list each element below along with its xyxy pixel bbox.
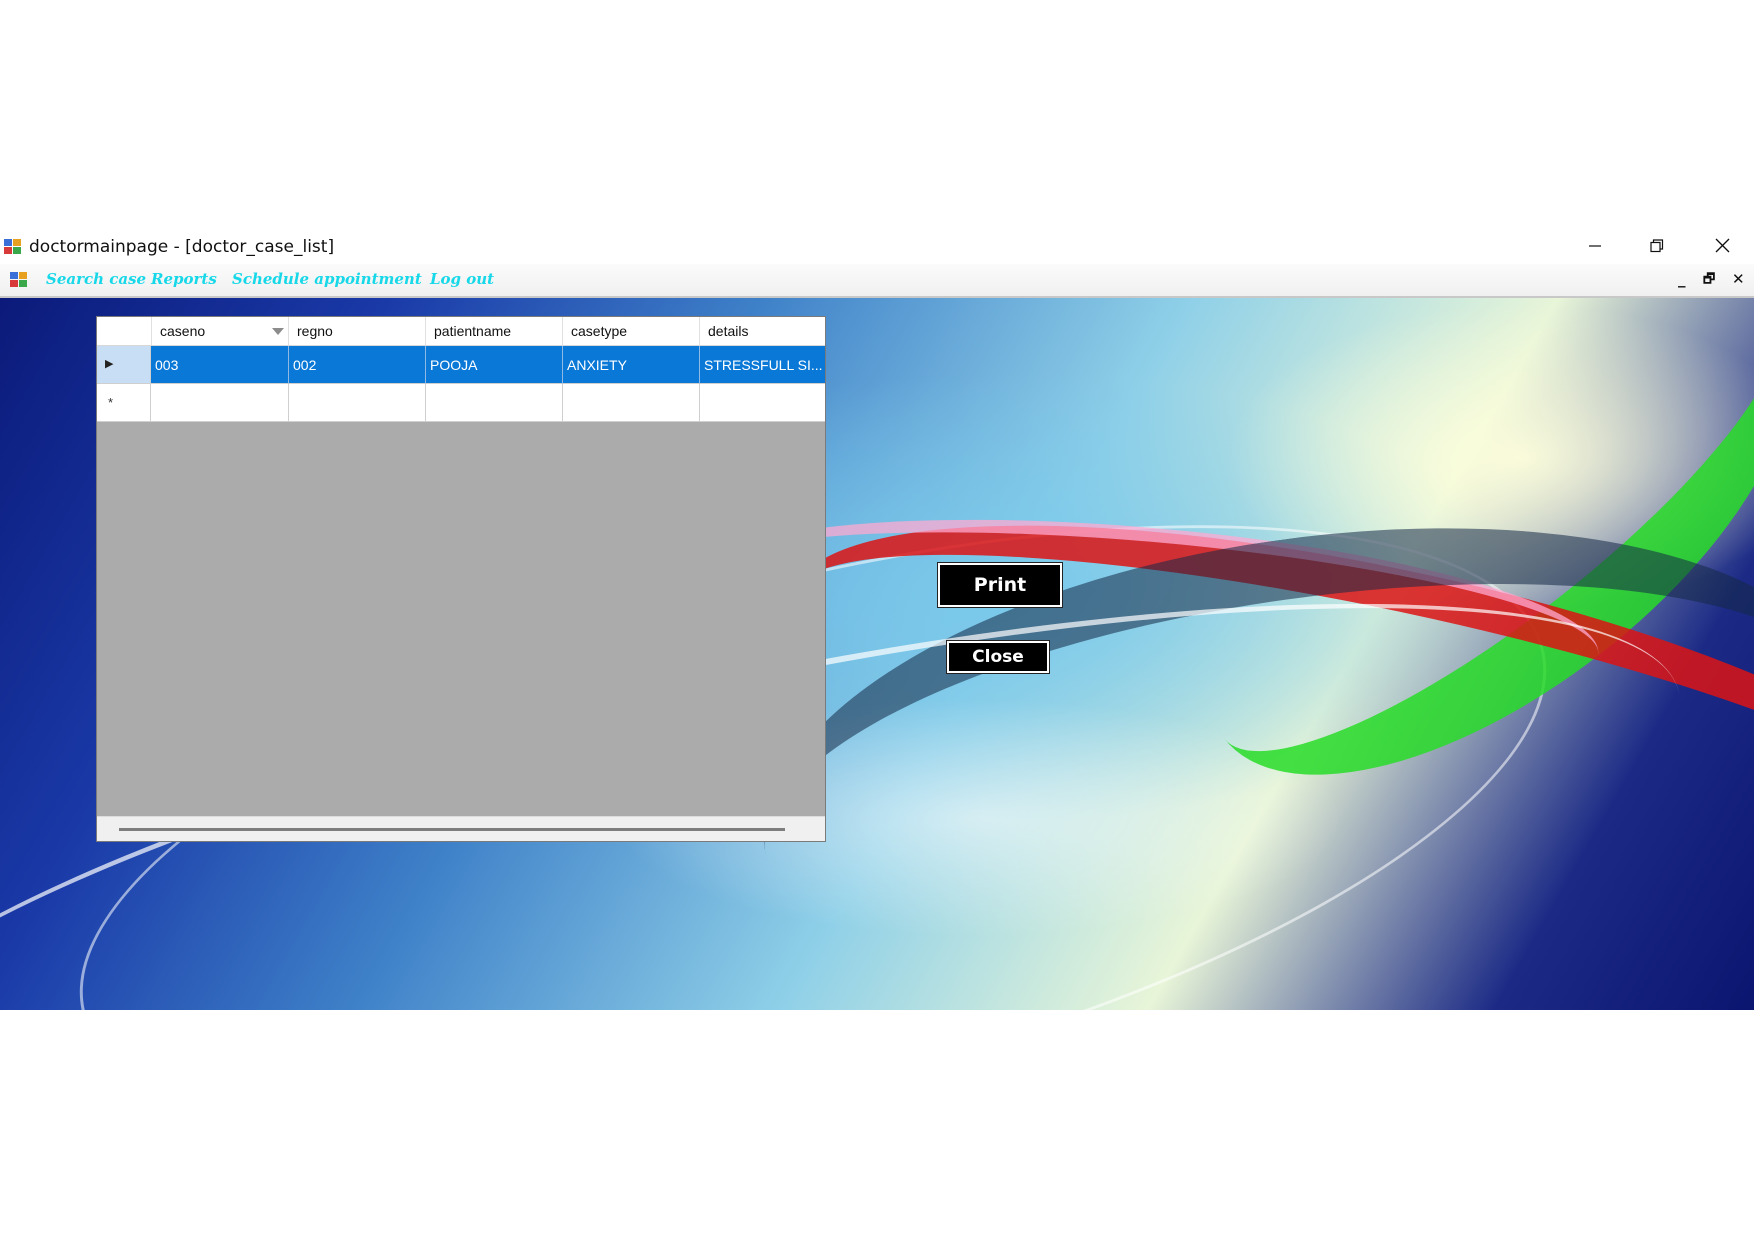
mdi-minimize-button[interactable]: _ [1678,270,1686,288]
scrollbar-thumb[interactable] [119,828,785,831]
close-window-button[interactable] [1692,232,1752,264]
mdi-close-button[interactable]: ✕ [1732,270,1745,288]
column-header-regno[interactable]: regno [289,317,426,345]
sort-descending-icon [272,328,284,335]
horizontal-scrollbar[interactable] [97,816,825,841]
minimize-icon [1588,239,1602,258]
row-header-new[interactable]: * [97,384,151,422]
cell-regno[interactable]: 002 [289,346,426,384]
column-header-label: caseno [160,323,206,339]
menu-reports[interactable]: Reports [151,270,217,288]
grid-header-row: caseno regno patientname casetype detail… [97,317,825,346]
window-title: doctormainpage - [doctor_case_list] [29,237,335,257]
case-list-grid[interactable]: caseno regno patientname casetype detail… [96,316,826,842]
menu-schedule-appointment[interactable]: Schedule appointment [232,270,422,288]
row-header-current[interactable]: ▶ [97,346,151,384]
column-header-caseno[interactable]: caseno [152,317,289,345]
cell-patientname[interactable]: POOJA [426,346,563,384]
print-button[interactable]: Print [937,562,1063,608]
column-header-patientname[interactable]: patientname [426,317,563,345]
column-header-casetype[interactable]: casetype [563,317,700,345]
close-icon [1715,238,1730,258]
title-bar: doctormainpage - [doctor_case_list] [0,232,1754,264]
menu-bar: Search case Reports Schedule appointment… [0,264,1754,298]
close-button[interactable]: Close [946,640,1050,674]
minimize-button[interactable] [1565,232,1625,264]
new-cell-regno[interactable] [289,384,426,422]
table-row[interactable]: ▶ 003 002 POOJA ANXIETY STRESSFULL SI... [97,346,825,384]
new-cell-casetype[interactable] [563,384,700,422]
column-header-details[interactable]: details [700,317,825,345]
menu-search-case[interactable]: Search case [46,270,146,288]
cell-casetype[interactable]: ANXIETY [563,346,700,384]
current-row-arrow-icon: ▶ [105,358,114,370]
restore-button[interactable] [1627,232,1687,264]
cell-details[interactable]: STRESSFULL SI... [700,346,825,384]
new-cell-patientname[interactable] [426,384,563,422]
mdi-child-icon[interactable] [10,272,28,289]
new-cell-caseno[interactable] [151,384,289,422]
cell-caseno[interactable]: 003 [151,346,289,384]
menu-log-out[interactable]: Log out [430,270,494,288]
app-icon [4,239,22,256]
mdi-restore-button[interactable]: 🗗 [1703,270,1715,292]
new-cell-details[interactable] [700,384,825,422]
new-row[interactable]: * [97,384,825,422]
new-row-asterisk-icon: * [108,395,114,410]
grid-corner-cell[interactable] [97,317,152,345]
restore-icon [1650,238,1664,258]
